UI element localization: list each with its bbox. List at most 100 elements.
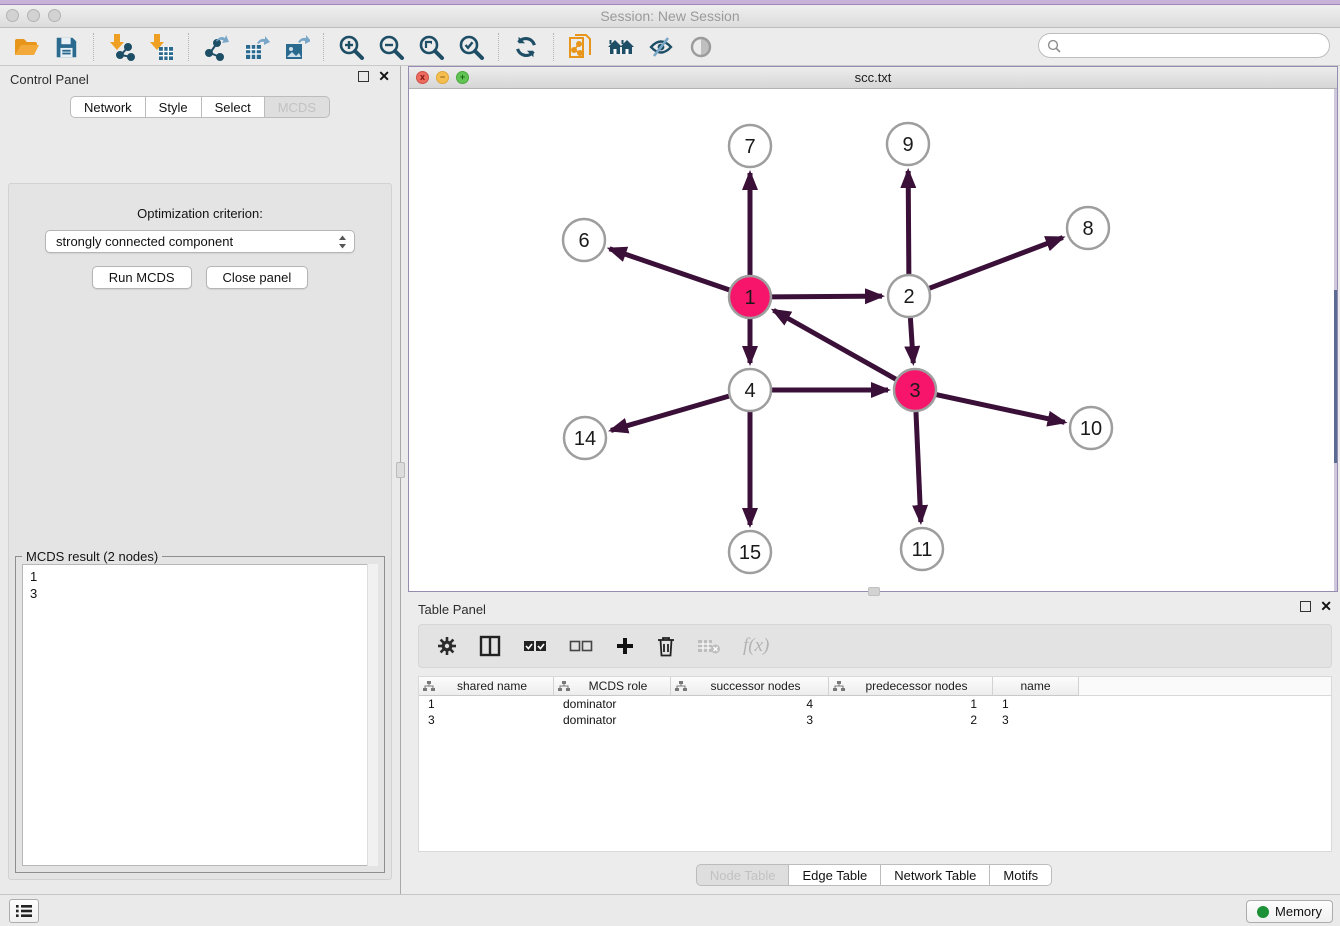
tab-edge-table[interactable]: Edge Table	[789, 864, 881, 886]
search-icon	[1047, 39, 1061, 53]
graph-edge-1-6[interactable]	[610, 249, 730, 290]
column-header-MCDS-role[interactable]: MCDS role	[554, 677, 671, 696]
tab-network-table[interactable]: Network Table	[881, 864, 990, 886]
hide-graphics-details-button[interactable]	[641, 31, 681, 63]
refresh-button[interactable]	[506, 31, 546, 63]
zoom-in-button[interactable]	[331, 31, 371, 63]
export-table-icon	[242, 33, 270, 61]
import-table-button[interactable]	[141, 31, 181, 63]
memory-label: Memory	[1275, 904, 1322, 919]
home-layout-button[interactable]	[601, 31, 641, 63]
network-scrollbar-thumb[interactable]	[1334, 290, 1337, 463]
list-icon	[16, 904, 32, 918]
plus-icon	[615, 636, 635, 656]
graph-node-label-15: 15	[739, 542, 761, 564]
zoom-out-button[interactable]	[371, 31, 411, 63]
tab-style[interactable]: Style	[146, 96, 202, 118]
run-mcds-button[interactable]: Run MCDS	[92, 266, 192, 289]
select-all-rows-button[interactable]	[523, 640, 547, 652]
node-table-body: 1dominator4113dominator323	[419, 696, 1331, 728]
table-row-2[interactable]: 3dominator323	[419, 712, 1331, 728]
column-type-icon	[675, 681, 687, 692]
graph-node-label-2: 2	[903, 286, 914, 308]
close-table-panel-icon[interactable]: ✕	[1320, 601, 1332, 612]
column-header-label: shared name	[435, 679, 549, 693]
graph-edge-2-9[interactable]	[908, 171, 909, 274]
network-window-titlebar[interactable]: x − + scc.txt	[409, 67, 1337, 89]
cell-shared-name[interactable]: 3	[419, 713, 554, 727]
graph-edge-3-11[interactable]	[916, 412, 921, 522]
close-panel-button[interactable]: Close panel	[206, 266, 309, 289]
network-scrollbar[interactable]	[1334, 89, 1337, 591]
deselect-all-rows-button[interactable]	[569, 640, 593, 652]
tab-motifs[interactable]: Motifs	[990, 864, 1052, 886]
table-panel: Table Panel ✕	[408, 596, 1340, 894]
zoom-fit-button[interactable]	[411, 31, 451, 63]
export-network-button[interactable]	[196, 31, 236, 63]
eye-icon	[687, 33, 715, 61]
tab-select[interactable]: Select	[202, 96, 265, 118]
cell-successor-nodes[interactable]: 4	[671, 697, 829, 711]
table-options-gear-button[interactable]	[437, 636, 457, 656]
cell-predecessor-nodes[interactable]: 1	[829, 697, 993, 711]
column-header-label: name	[997, 679, 1074, 693]
cell-shared-name[interactable]: 1	[419, 697, 554, 711]
memory-status-icon	[1257, 906, 1269, 918]
float-panel-icon[interactable]	[358, 71, 369, 82]
cell-MCDS-role[interactable]: dominator	[554, 697, 671, 711]
table-row-1[interactable]: 1dominator411	[419, 696, 1331, 712]
column-visibility-button[interactable]	[479, 635, 501, 657]
tab-node-table[interactable]: Node Table	[696, 864, 790, 886]
duplicate-network-button[interactable]	[561, 31, 601, 63]
float-table-panel-icon[interactable]	[1300, 601, 1311, 612]
tab-mcds[interactable]: MCDS	[265, 96, 330, 118]
network-table-splitter-handle[interactable]	[868, 587, 880, 596]
optimization-criterion-dropdown[interactable]: strongly connected component	[45, 230, 355, 253]
zoom-selected-button[interactable]	[451, 31, 491, 63]
column-header-predecessor-nodes[interactable]: predecessor nodes	[829, 677, 993, 696]
export-image-button[interactable]	[276, 31, 316, 63]
graph-edge-4-14[interactable]	[611, 396, 729, 430]
birds-eye-view-button[interactable]	[681, 31, 721, 63]
graph-edge-2-8[interactable]	[930, 238, 1063, 289]
control-panel: Control Panel ✕ NetworkStyleSelectMCDS O…	[0, 66, 400, 894]
apply-function-button[interactable]: f(x)	[743, 635, 769, 657]
status-bar: Memory	[0, 894, 1340, 926]
result-scrollbar[interactable]	[367, 564, 378, 866]
graph-edge-2-3[interactable]	[910, 318, 913, 363]
network-canvas[interactable]: 7968124314101511	[409, 89, 1337, 591]
main-toolbar	[0, 28, 1340, 66]
graph-edge-3-10[interactable]	[937, 395, 1065, 423]
cell-predecessor-nodes[interactable]: 2	[829, 713, 993, 727]
graph-node-label-3: 3	[909, 380, 920, 402]
panel-splitter-handle[interactable]	[396, 462, 405, 478]
cell-name[interactable]: 3	[993, 713, 1079, 727]
graph-edge-3-1[interactable]	[774, 310, 896, 379]
panel-splitter[interactable]	[400, 66, 401, 894]
export-table-button[interactable]	[236, 31, 276, 63]
memory-button[interactable]: Memory	[1246, 900, 1333, 923]
delete-column-button[interactable]	[657, 636, 675, 657]
search-field[interactable]	[1038, 33, 1330, 58]
search-input[interactable]	[1066, 38, 1329, 53]
column-header-shared-name[interactable]: shared name	[419, 677, 554, 696]
column-header-successor-nodes[interactable]: successor nodes	[671, 677, 829, 696]
save-session-button[interactable]	[46, 31, 86, 63]
column-header-name[interactable]: name	[993, 677, 1079, 696]
open-session-button[interactable]	[6, 31, 46, 63]
import-network-button[interactable]	[101, 31, 141, 63]
close-panel-icon[interactable]: ✕	[378, 71, 390, 82]
delete-table-icon	[697, 637, 721, 655]
cell-successor-nodes[interactable]: 3	[671, 713, 829, 727]
cell-name[interactable]: 1	[993, 697, 1079, 711]
task-history-button[interactable]	[9, 899, 39, 923]
graph-node-label-4: 4	[744, 380, 755, 402]
mcds-result-list[interactable]: 1 3	[22, 564, 378, 866]
graph-edge-1-2[interactable]	[772, 296, 882, 297]
export-image-icon	[282, 33, 310, 61]
cell-MCDS-role[interactable]: dominator	[554, 713, 671, 727]
tab-network[interactable]: Network	[70, 96, 146, 118]
mcds-tab-content: Optimization criterion: strongly connect…	[8, 183, 392, 880]
delete-table-button[interactable]	[697, 637, 721, 655]
add-column-button[interactable]	[615, 636, 635, 656]
